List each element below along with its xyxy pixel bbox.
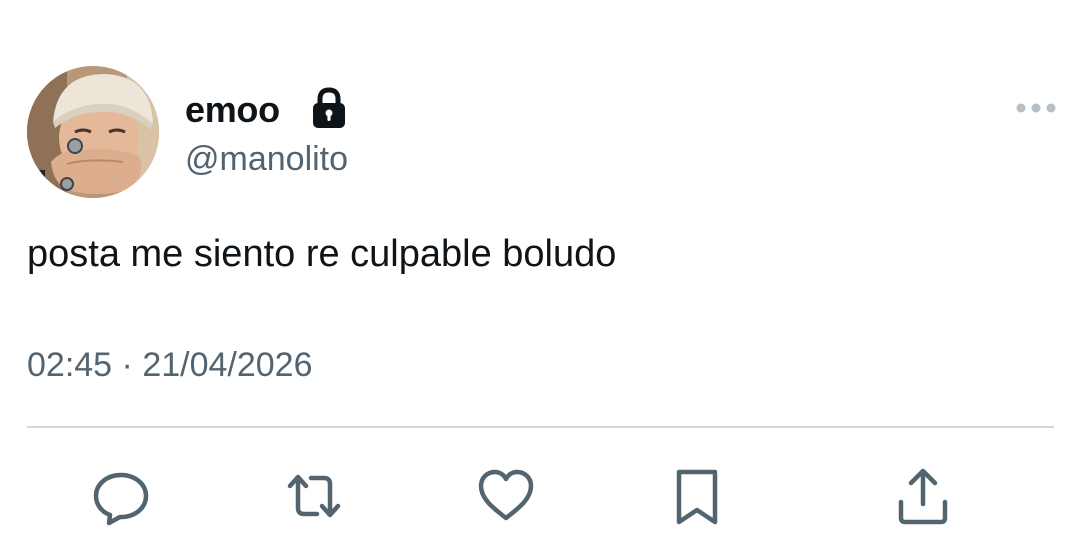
tweet-time: 02:45 xyxy=(27,346,113,384)
share-icon xyxy=(898,468,948,525)
retweet-button[interactable] xyxy=(284,466,344,526)
tweet: emoo @manolito posta me siento re culpab… xyxy=(0,0,1080,555)
share-button[interactable] xyxy=(893,466,953,526)
like-button[interactable] xyxy=(476,466,536,526)
tweet-date: 21/04/2026 xyxy=(142,346,313,384)
reply-icon xyxy=(93,472,149,526)
bookmark-icon xyxy=(676,469,718,525)
lock-icon xyxy=(313,87,345,128)
handle[interactable]: @manolito xyxy=(185,138,348,180)
tweet-timestamp[interactable]: 02:45 · 21/04/2026 xyxy=(27,343,313,387)
avatar[interactable] xyxy=(27,66,159,198)
meta-separator: · xyxy=(121,346,133,384)
divider xyxy=(27,426,1054,428)
display-name[interactable]: emoo xyxy=(185,88,280,132)
heart-icon xyxy=(478,469,534,521)
tweet-text: posta me siento re culpable boludo xyxy=(27,233,617,275)
retweet-icon xyxy=(287,474,341,518)
bookmark-button[interactable] xyxy=(667,466,727,526)
more-horizontal-icon[interactable] xyxy=(1015,100,1057,116)
reply-button[interactable] xyxy=(91,466,151,526)
avatar-image xyxy=(27,66,159,198)
